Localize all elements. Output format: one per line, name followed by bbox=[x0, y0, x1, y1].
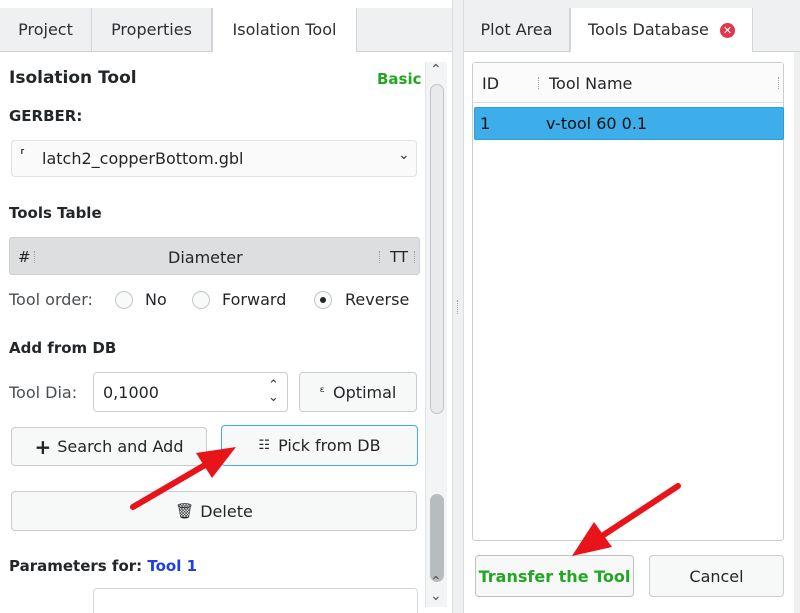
arrow-to-pick-from-db bbox=[130, 447, 236, 510]
annotation-arrows bbox=[130, 447, 681, 556]
arrow-to-transfer-tool bbox=[572, 483, 681, 556]
